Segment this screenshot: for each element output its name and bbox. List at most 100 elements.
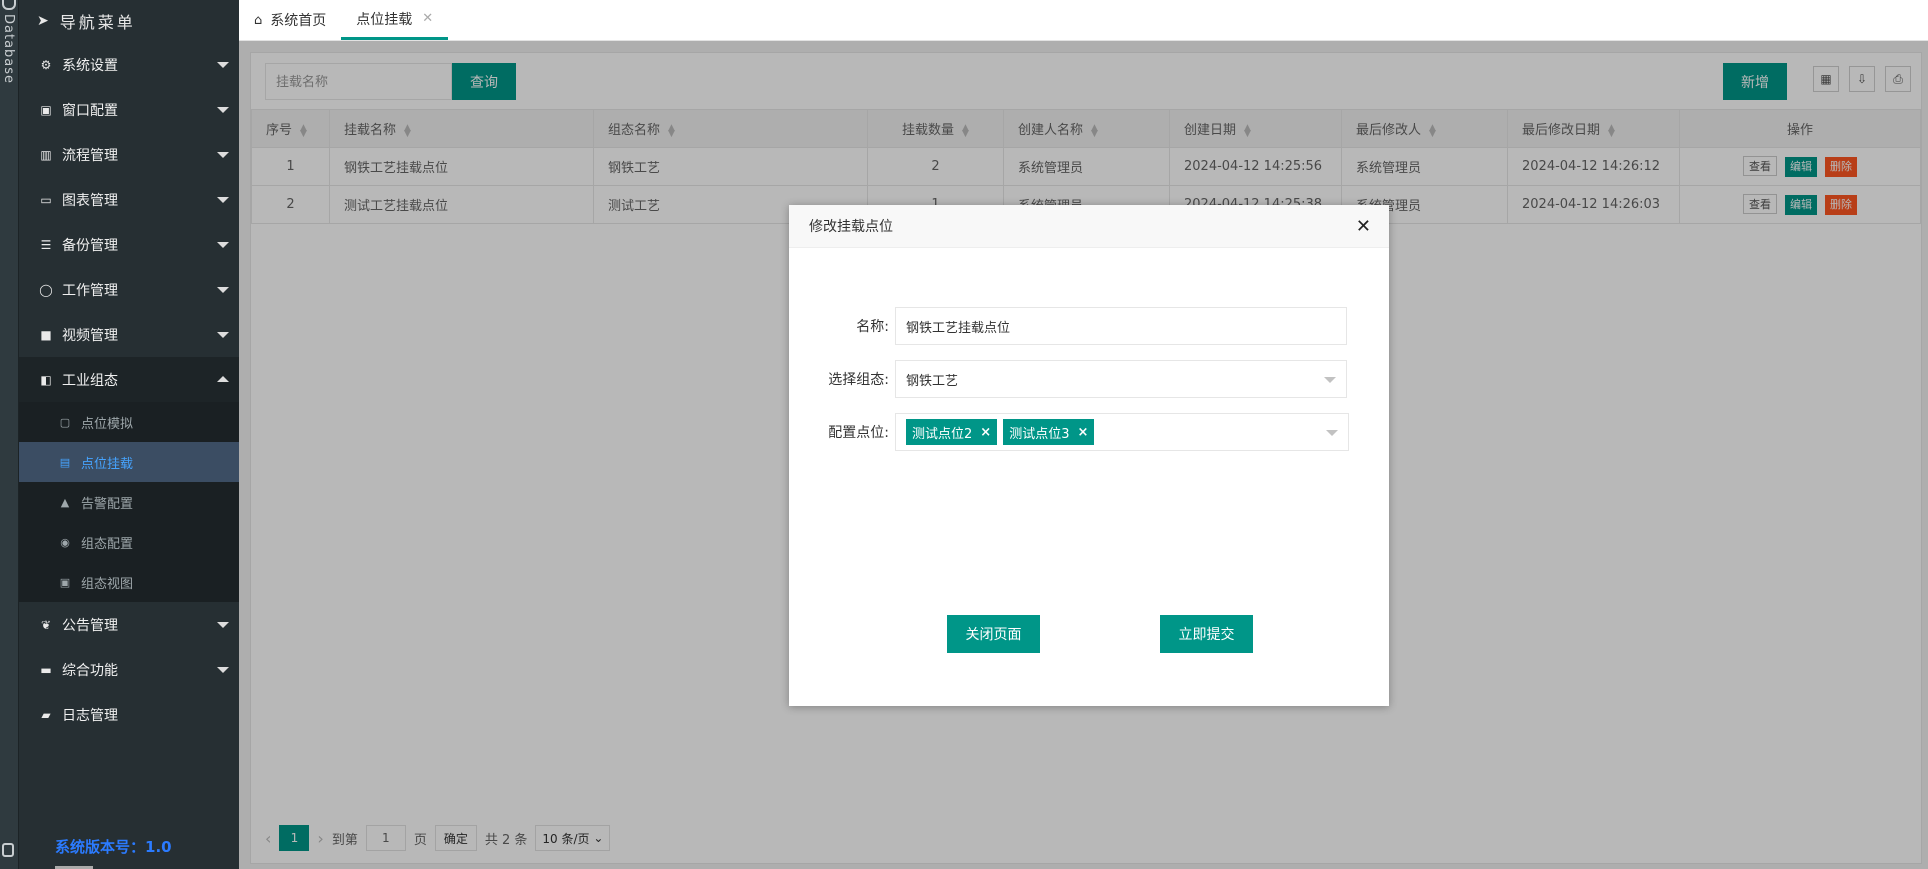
sidebar-item-label: 视频管理: [62, 327, 118, 344]
lock-icon: [2, 843, 14, 857]
circle-icon: ◯: [39, 282, 53, 297]
sidebar-subitem-scene-view[interactable]: ▣ 组态视图: [19, 562, 239, 602]
caret-down-icon: [217, 62, 229, 68]
tab-bar: ⌂ 系统首页 点位挂载 ✕: [239, 0, 1928, 41]
tab-label: 点位挂载: [356, 11, 413, 28]
nav-header: ➤ 导航菜单: [19, 0, 239, 42]
sidebar-subitem-label: 告警配置: [81, 496, 134, 512]
image-icon: ▣: [59, 575, 71, 589]
leaf-icon: ❦: [40, 617, 52, 632]
database-strip: Database: [0, 0, 19, 869]
tab-point-mount[interactable]: 点位挂载 ✕: [341, 0, 449, 40]
file-list-icon: ▤: [59, 455, 71, 469]
scene-value: 钢铁工艺: [906, 373, 959, 389]
name-value: 钢铁工艺挂载点位: [906, 320, 1011, 336]
sidebar-item-label: 系统设置: [62, 57, 118, 74]
tab-home[interactable]: ⌂ 系统首页: [239, 0, 341, 40]
caret-down-icon: [217, 667, 229, 673]
sidebar-item-process[interactable]: ▥ 流程管理: [19, 132, 239, 177]
database-icon: ☰: [40, 237, 52, 252]
sidebar-item-label: 工作管理: [62, 282, 118, 299]
name-label: 名称:: [856, 319, 889, 335]
sidebar-item-label: 图表管理: [62, 192, 118, 209]
version-label: 系统版本号：1.0: [55, 838, 172, 856]
sidebar-item-general[interactable]: ▬ 综合功能: [19, 647, 239, 692]
barcode-icon: ▥: [40, 147, 52, 162]
sidebar-subitem-alarm-config[interactable]: ▲ 告警配置: [19, 482, 239, 522]
form-row-name: 名称: 钢铁工艺挂载点位: [809, 307, 1347, 345]
file-icon: ▢: [59, 415, 71, 429]
warning-icon: ▲: [60, 495, 70, 509]
sidebar-item-label: 公告管理: [62, 617, 118, 634]
close-icon[interactable]: ✕: [422, 11, 433, 26]
point-chip: 测试点位2 ×: [906, 419, 998, 445]
dialog-header: 修改挂载点位 ✕: [789, 205, 1389, 248]
sidebar-item-label: 综合功能: [62, 662, 118, 679]
sidebar-subitem-point-mount[interactable]: ▤ 点位挂载: [19, 442, 239, 482]
scene-label: 选择组态:: [828, 372, 889, 388]
dropdown-arrow-icon: [1324, 377, 1336, 383]
sidebar-item-label: 备份管理: [62, 237, 118, 254]
target-icon: ◉: [60, 535, 70, 549]
tab-label: 系统首页: [270, 13, 327, 29]
caret-up-icon: [217, 376, 229, 382]
remove-chip-icon[interactable]: ×: [980, 425, 991, 440]
submit-button[interactable]: 立即提交: [1160, 615, 1253, 653]
nav-header-label: 导航菜单: [59, 13, 136, 32]
sidebar-item-window-config[interactable]: ▣ 窗口配置: [19, 87, 239, 132]
caret-down-icon: [217, 242, 229, 248]
caret-down-icon: [217, 197, 229, 203]
form-row-scene: 选择组态: 钢铁工艺: [809, 360, 1347, 398]
sidebar-item-label: 工业组态: [62, 372, 118, 389]
remove-chip-icon[interactable]: ×: [1077, 425, 1088, 440]
scene-select[interactable]: 钢铁工艺: [895, 360, 1347, 398]
navigation-arrow-icon: ➤: [37, 13, 52, 29]
caret-down-icon: [217, 152, 229, 158]
sidebar-item-video[interactable]: ■ 视频管理: [19, 312, 239, 357]
sidebar-subitem-scene-config[interactable]: ◉ 组态配置: [19, 522, 239, 562]
close-icon[interactable]: ✕: [1356, 216, 1371, 237]
sidebar-item-announcement[interactable]: ❦ 公告管理: [19, 602, 239, 647]
sidebar-item-label: 窗口配置: [62, 102, 118, 119]
close-page-button[interactable]: 关闭页面: [947, 615, 1040, 653]
caret-down-icon: [217, 332, 229, 338]
dialog-title: 修改挂载点位: [809, 219, 893, 235]
chip-label: 测试点位2: [912, 426, 973, 442]
caret-down-icon: [217, 107, 229, 113]
sidebar-subitem-label: 组态配置: [81, 536, 134, 552]
sidebar-item-charts[interactable]: ▭ 图表管理: [19, 177, 239, 222]
video-icon: ■: [40, 327, 52, 342]
window-icon: ▣: [40, 102, 52, 117]
sidebar: ➤ 导航菜单 ⚙ 系统设置 ▣ 窗口配置 ▥ 流程管理 ▭ 图表管理 ☰ 备份管理 ◯ 工作…: [19, 0, 239, 869]
sidebar-subitem-label: 组态视图: [81, 576, 134, 592]
briefcase-icon: ▬: [40, 662, 52, 677]
submenu-industrial-scada: ▢ 点位模拟 ▤ 点位挂载 ▲ 告警配置 ◉ 组态配置 ▣ 组态视图: [19, 402, 239, 602]
sidebar-item-backup[interactable]: ☰ 备份管理: [19, 222, 239, 267]
sidebar-item-logs[interactable]: ▰ 日志管理: [19, 692, 239, 737]
caret-down-icon: [217, 622, 229, 628]
sidebar-item-industrial-scada[interactable]: ◧ 工业组态: [19, 357, 239, 402]
name-field[interactable]: 钢铁工艺挂载点位: [895, 307, 1347, 345]
points-multiselect[interactable]: 测试点位2 × 测试点位3 ×: [895, 413, 1349, 451]
sidebar-item-work[interactable]: ◯ 工作管理: [19, 267, 239, 312]
dropdown-arrow-icon: [1326, 430, 1338, 436]
chip-label: 测试点位3: [1009, 426, 1070, 442]
book-icon: ▰: [41, 707, 51, 722]
bookmark-icon: ◧: [40, 372, 52, 387]
sidebar-item-system-settings[interactable]: ⚙ 系统设置: [19, 42, 239, 87]
form-row-points: 配置点位: 测试点位2 × 测试点位3 ×: [809, 413, 1349, 451]
monitor-icon: ▭: [40, 192, 52, 207]
sidebar-subitem-label: 点位模拟: [81, 416, 134, 432]
sidebar-subitem-point-sim[interactable]: ▢ 点位模拟: [19, 402, 239, 442]
home-icon: ⌂: [254, 12, 263, 28]
point-chip: 测试点位3 ×: [1003, 419, 1095, 445]
gear-icon: ⚙: [40, 57, 52, 72]
points-label: 配置点位:: [828, 425, 889, 441]
sidebar-subitem-label: 点位挂载: [81, 456, 134, 472]
database-label: Database: [1, 14, 16, 85]
sidebar-item-label: 流程管理: [62, 147, 118, 164]
edit-dialog: 修改挂载点位 ✕ 名称: 钢铁工艺挂载点位 选择组态: 钢铁工艺 配置点位: 测…: [789, 205, 1389, 706]
caret-down-icon: [217, 287, 229, 293]
sidebar-item-label: 日志管理: [62, 707, 118, 724]
database-icon: [2, 0, 16, 10]
